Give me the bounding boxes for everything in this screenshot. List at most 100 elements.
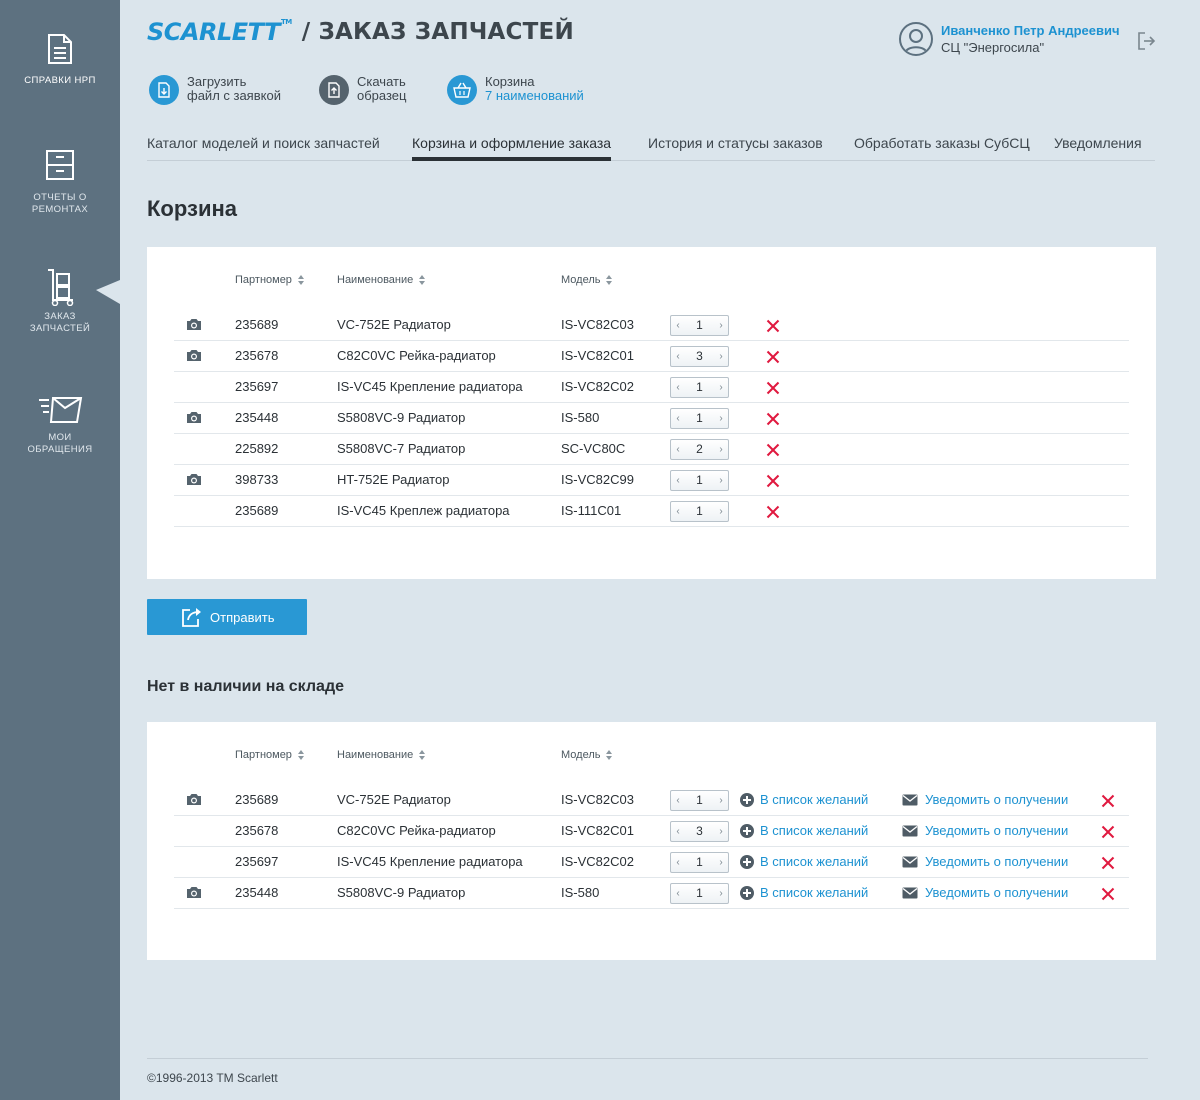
notify-link[interactable]: Уведомить о получении	[902, 878, 1068, 908]
brand-logo[interactable]: SCARLETTTM	[147, 18, 292, 46]
wishlist-link[interactable]: В список желаний	[740, 785, 868, 815]
download-sample-action[interactable]: Скачать образец	[319, 75, 406, 105]
increment-button[interactable]: ›	[714, 853, 728, 872]
increment-button[interactable]: ›	[714, 884, 728, 903]
quantity-value[interactable]: 1	[685, 884, 714, 903]
quantity-stepper[interactable]: ‹ 1 ›	[670, 501, 729, 522]
quantity-value[interactable]: 2	[685, 440, 714, 459]
increment-button[interactable]: ›	[714, 791, 728, 810]
tab-catalog[interactable]: Каталог моделей и поиск запчастей	[147, 130, 380, 161]
increment-button[interactable]: ›	[714, 502, 728, 521]
camera-icon[interactable]	[186, 886, 202, 902]
download-line1: Скачать	[357, 74, 406, 89]
user-profile[interactable]: Иванченко Петр Андреевич СЦ "Энергосила"	[899, 22, 1120, 56]
decrement-button[interactable]: ‹	[671, 791, 685, 810]
delete-icon[interactable]	[1101, 794, 1115, 811]
delete-icon[interactable]	[766, 474, 780, 491]
send-button[interactable]: Отправить	[147, 599, 307, 635]
column-header-model[interactable]: Модель	[561, 749, 613, 761]
quantity-value[interactable]: 3	[685, 347, 714, 366]
decrement-button[interactable]: ‹	[671, 347, 685, 366]
tab-notifications[interactable]: Уведомления	[1054, 130, 1142, 161]
increment-button[interactable]: ›	[714, 440, 728, 459]
quantity-value[interactable]: 1	[685, 378, 714, 397]
quantity-stepper[interactable]: ‹ 1 ›	[670, 408, 729, 429]
decrement-button[interactable]: ‹	[671, 853, 685, 872]
delete-icon[interactable]	[1101, 856, 1115, 873]
delete-icon[interactable]	[766, 319, 780, 336]
quantity-stepper[interactable]: ‹ 1 ›	[670, 315, 729, 336]
quantity-value[interactable]: 1	[685, 471, 714, 490]
decrement-button[interactable]: ‹	[671, 440, 685, 459]
quantity-value[interactable]: 1	[685, 853, 714, 872]
delete-icon[interactable]	[766, 412, 780, 429]
column-header-partnumber[interactable]: Партномер	[235, 274, 305, 286]
quantity-stepper[interactable]: ‹ 1 ›	[670, 852, 729, 873]
camera-icon[interactable]	[186, 793, 202, 809]
decrement-button[interactable]: ‹	[671, 378, 685, 397]
quantity-stepper[interactable]: ‹ 2 ›	[670, 439, 729, 460]
increment-button[interactable]: ›	[714, 378, 728, 397]
wishlist-link[interactable]: В список желаний	[740, 847, 868, 877]
quantity-stepper[interactable]: ‹ 1 ›	[670, 377, 729, 398]
notify-link[interactable]: Уведомить о получении	[902, 847, 1068, 877]
logout-icon[interactable]	[1137, 31, 1157, 51]
decrement-button[interactable]: ‹	[671, 822, 685, 841]
table-row: 235689 IS-VC45 Креплеж радиатора IS-111C01…	[174, 496, 1129, 527]
tab-history[interactable]: История и статусы заказов	[648, 130, 823, 161]
sidebar-item-nrp[interactable]: Справки НРП	[0, 33, 120, 87]
increment-button[interactable]: ›	[714, 409, 728, 428]
decrement-button[interactable]: ‹	[671, 409, 685, 428]
column-header-partnumber[interactable]: Партномер	[235, 749, 305, 761]
cart-count[interactable]: 7 наименований	[485, 89, 584, 103]
increment-button[interactable]: ›	[714, 822, 728, 841]
camera-icon[interactable]	[186, 318, 202, 334]
tab-suborders[interactable]: Обработать заказы СубСЦ	[854, 130, 1030, 161]
notify-link[interactable]: Уведомить о получении	[902, 785, 1068, 815]
upload-file-action[interactable]: Загрузить файл с заявкой	[149, 75, 281, 105]
quantity-value[interactable]: 3	[685, 822, 714, 841]
increment-button[interactable]: ›	[714, 471, 728, 490]
wishlist-link[interactable]: В список желаний	[740, 816, 868, 846]
column-header-name[interactable]: Наименование	[337, 274, 426, 286]
decrement-button[interactable]: ‹	[671, 884, 685, 903]
cell-model: IS-VC82C02	[561, 854, 634, 869]
delete-icon[interactable]	[1101, 887, 1115, 904]
delete-icon[interactable]	[766, 350, 780, 367]
quantity-value[interactable]: 1	[685, 316, 714, 335]
delete-icon[interactable]	[766, 443, 780, 460]
cart-action[interactable]: Корзина 7 наименований	[447, 75, 584, 105]
sidebar-item-label: Справки НРП	[24, 75, 96, 86]
quantity-stepper[interactable]: ‹ 1 ›	[670, 883, 729, 904]
delete-icon[interactable]	[766, 381, 780, 398]
notify-link[interactable]: Уведомить о получении	[902, 816, 1068, 846]
quantity-stepper[interactable]: ‹ 3 ›	[670, 821, 729, 842]
quantity-value[interactable]: 1	[685, 502, 714, 521]
user-name[interactable]: Иванченко Петр Андреевич	[941, 22, 1120, 40]
increment-button[interactable]: ›	[714, 347, 728, 366]
decrement-button[interactable]: ‹	[671, 316, 685, 335]
mail-icon	[902, 856, 918, 868]
camera-icon[interactable]	[186, 473, 202, 489]
column-header-name[interactable]: Наименование	[337, 749, 426, 761]
send-label: Отправить	[210, 609, 275, 625]
quantity-value[interactable]: 1	[685, 791, 714, 810]
sidebar-item-reports[interactable]: Отчеты о ремонтах	[0, 149, 120, 215]
delete-icon[interactable]	[1101, 825, 1115, 842]
decrement-button[interactable]: ‹	[671, 502, 685, 521]
increment-button[interactable]: ›	[714, 316, 728, 335]
wishlist-link[interactable]: В список желаний	[740, 878, 868, 908]
decrement-button[interactable]: ‹	[671, 471, 685, 490]
camera-icon[interactable]	[186, 411, 202, 427]
quantity-value[interactable]: 1	[685, 409, 714, 428]
quantity-stepper[interactable]: ‹ 1 ›	[670, 790, 729, 811]
quantity-stepper[interactable]: ‹ 1 ›	[670, 470, 729, 491]
quantity-stepper[interactable]: ‹ 3 ›	[670, 346, 729, 367]
sidebar-item-appeals[interactable]: Мои обращения	[0, 396, 120, 455]
delete-icon[interactable]	[766, 505, 780, 522]
send-icon	[182, 608, 201, 627]
column-header-model[interactable]: Модель	[561, 274, 613, 286]
cell-partnumber: 235697	[235, 379, 279, 394]
tab-cart[interactable]: Корзина и оформление заказа	[412, 130, 612, 161]
camera-icon[interactable]	[186, 349, 202, 365]
